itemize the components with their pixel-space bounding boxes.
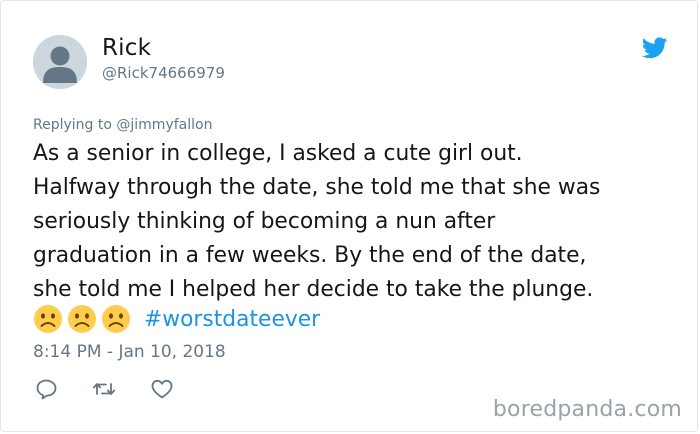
hashtag-link[interactable]: #worstdateever (144, 307, 320, 332)
tweet-actions (34, 377, 174, 401)
author-handle[interactable]: @Rick74666979 (102, 64, 225, 82)
retweet-icon[interactable] (92, 377, 116, 401)
avatar[interactable] (33, 35, 87, 89)
boredpanda-watermark: boredpanda.com (492, 397, 682, 422)
reply-context: Replying to @jimmyfallon (33, 117, 212, 133)
tweet-timestamp[interactable]: 8:14 PM - Jan 10, 2018 (33, 342, 226, 362)
reply-icon[interactable] (34, 377, 58, 401)
frowning-face-emoji (34, 305, 62, 333)
like-icon[interactable] (150, 377, 174, 401)
reply-mention-link[interactable]: @jimmyfallon (116, 117, 212, 133)
author-name[interactable]: Rick (102, 35, 151, 61)
frowning-face-emoji (68, 305, 96, 333)
frowning-face-emoji (102, 305, 130, 333)
twitter-bird-icon[interactable] (642, 37, 668, 59)
tweet-emoji-hashtag-line: #worstdateever (33, 304, 320, 334)
tweet-card: Rick @Rick74666979 Replying to @jimmyfal… (0, 0, 698, 432)
tweet-text: As a senior in college, I asked a cute g… (33, 141, 601, 302)
default-avatar-icon (33, 35, 87, 89)
reply-prefix: Replying to (33, 117, 112, 133)
